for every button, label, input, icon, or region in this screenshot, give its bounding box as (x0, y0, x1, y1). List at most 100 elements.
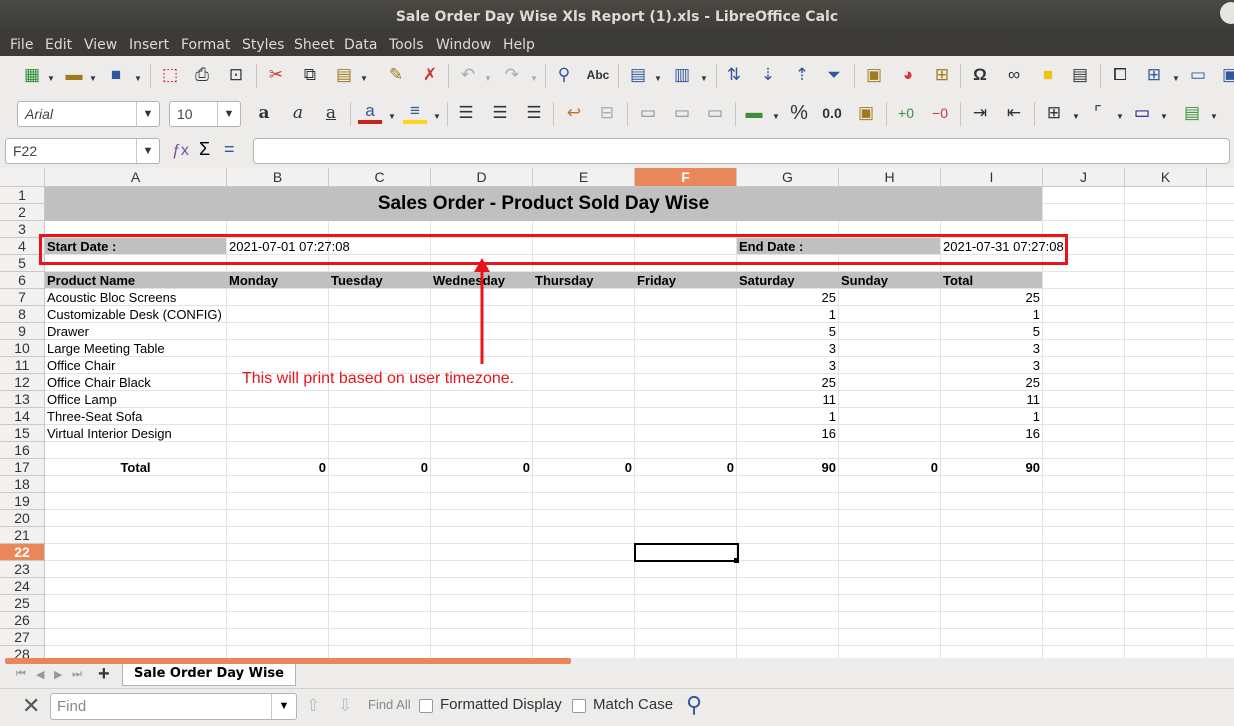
product-name[interactable]: Office Lamp (47, 391, 117, 408)
date-format-icon[interactable]: ▣ (854, 102, 878, 124)
menu-styles[interactable]: Styles (242, 37, 284, 53)
underline-icon[interactable]: a (319, 102, 343, 124)
total-value[interactable]: 16 (941, 425, 1040, 442)
insert-image-icon[interactable]: ▣ (862, 64, 886, 86)
define-print-area-icon[interactable]: ⧠ (1108, 64, 1132, 86)
merge-cells-icon[interactable]: ⊟ (595, 102, 619, 124)
undo-icon[interactable]: ↶ (456, 64, 480, 86)
formatted-display-checkbox[interactable] (419, 699, 433, 713)
row-header-17[interactable]: 17 (0, 459, 45, 476)
saturday-value[interactable]: 25 (737, 374, 836, 391)
total-value[interactable]: 25 (941, 374, 1040, 391)
product-name[interactable]: Drawer (47, 323, 89, 340)
align-left-icon[interactable]: ☰ (454, 102, 478, 124)
header-saturday[interactable]: Saturday (739, 272, 795, 289)
chevron-down-icon[interactable]: ▼ (217, 102, 240, 126)
wrap-text-icon[interactable]: ↩ (562, 102, 586, 124)
column-header-i[interactable]: I (941, 168, 1043, 187)
function-wizard-icon[interactable]: ƒx (172, 142, 189, 160)
menu-window[interactable]: Window (436, 37, 491, 53)
formula-icon[interactable]: = (224, 139, 235, 160)
total-grand[interactable]: 90 (941, 459, 1040, 476)
row-header-11[interactable]: 11 (0, 357, 45, 374)
total-tuesday[interactable]: 0 (329, 459, 428, 476)
comment-icon[interactable]: ■ (1036, 64, 1060, 86)
find-all-button[interactable]: Find All (368, 697, 411, 712)
redo-icon[interactable]: ↷ (500, 64, 524, 86)
total-value[interactable]: 3 (941, 357, 1040, 374)
header-product-name[interactable]: Product Name (47, 272, 135, 289)
headers-footers-icon[interactable]: ▤ (1068, 64, 1092, 86)
special-character-icon[interactable]: Ω (968, 64, 992, 86)
row-header-28[interactable]: 28 (0, 646, 45, 658)
first-sheet-icon[interactable]: ⏮ (16, 668, 26, 681)
total-friday[interactable]: 0 (635, 459, 734, 476)
menu-format[interactable]: Format (181, 37, 230, 53)
row-header-12[interactable]: 12 (0, 374, 45, 391)
report-title-cell[interactable]: Sales Order - Product Sold Day Wise (45, 187, 1042, 221)
sum-icon[interactable]: Σ (199, 139, 210, 160)
previous-sheet-icon[interactable]: ◀ (36, 668, 44, 681)
row-header-10[interactable]: 10 (0, 340, 45, 357)
total-value[interactable]: 5 (941, 323, 1040, 340)
font-name-combobox[interactable]: Arial ▼ (17, 101, 160, 127)
insert-chart-icon[interactable]: ◕ (896, 64, 920, 86)
clone-formatting-icon[interactable]: ✎ (384, 64, 408, 86)
column-header-l[interactable] (1207, 168, 1234, 187)
spelling-icon[interactable]: Abc (586, 64, 610, 86)
row-header-19[interactable]: 19 (0, 493, 45, 510)
chevron-down-icon[interactable]: ▼ (136, 102, 159, 126)
chevron-down-icon[interactable]: ▼ (484, 74, 492, 83)
menu-data[interactable]: Data (344, 37, 377, 53)
row-icon[interactable]: ▤ (626, 64, 650, 86)
split-window-icon[interactable]: ▭ (1186, 64, 1210, 86)
row-header-16[interactable]: 16 (0, 442, 45, 459)
freeze-rows-columns-icon[interactable]: ⊞ (1142, 64, 1166, 86)
row-header-24[interactable]: 24 (0, 578, 45, 595)
decrease-indent-icon[interactable]: ⇤ (1002, 102, 1026, 124)
menu-edit[interactable]: Edit (45, 37, 72, 53)
column-header-a[interactable]: A (45, 168, 227, 187)
menu-help[interactable]: Help (503, 37, 535, 53)
menu-insert[interactable]: Insert (129, 37, 169, 53)
window-control-button[interactable] (1220, 2, 1234, 24)
center-vertically-icon[interactable]: ▭ (670, 102, 694, 124)
chevron-down-icon[interactable]: ▼ (530, 74, 538, 83)
header-monday[interactable]: Monday (229, 272, 278, 289)
chevron-down-icon[interactable]: ▼ (700, 74, 708, 83)
sheet-tab[interactable]: Sale Order Day Wise (122, 664, 296, 686)
bold-icon[interactable]: a (252, 102, 276, 124)
total-saturday[interactable]: 90 (737, 459, 836, 476)
header-total[interactable]: Total (943, 272, 973, 289)
percent-icon[interactable]: % (787, 102, 811, 124)
pivot-table-icon[interactable]: ⊞ (930, 64, 954, 86)
column-header-f[interactable]: F (635, 168, 737, 187)
new-spreadsheet-icon[interactable]: ▦ (20, 64, 44, 86)
chevron-down-icon[interactable]: ▼ (360, 74, 368, 83)
border-color-icon[interactable]: ▭ (1130, 102, 1154, 124)
find-previous-icon[interactable]: ⇧ (306, 696, 320, 716)
row-header-26[interactable]: 26 (0, 612, 45, 629)
header-sunday[interactable]: Sunday (841, 272, 888, 289)
product-name[interactable]: Large Meeting Table (47, 340, 165, 357)
total-monday[interactable]: 0 (227, 459, 326, 476)
product-name[interactable]: Acoustic Bloc Screens (47, 289, 176, 306)
chevron-down-icon[interactable]: ▼ (1210, 112, 1218, 121)
print-icon[interactable]: ⎙ (190, 64, 214, 86)
menu-file[interactable]: File (10, 37, 33, 53)
borders-icon[interactable]: ⊞ (1042, 102, 1066, 124)
export-pdf-icon[interactable]: ⬚ (158, 64, 182, 86)
row-header-25[interactable]: 25 (0, 595, 45, 612)
menu-view[interactable]: View (84, 37, 117, 53)
product-name[interactable]: Virtual Interior Design (47, 425, 172, 442)
total-value[interactable]: 11 (941, 391, 1041, 408)
saturday-value[interactable]: 1 (737, 306, 836, 323)
product-name[interactable]: Three-Seat Sofa (47, 408, 142, 425)
saturday-value[interactable]: 11 (737, 391, 837, 408)
find-next-icon[interactable]: ⇩ (338, 696, 352, 716)
copy-icon[interactable]: ⧉ (298, 64, 322, 86)
chevron-down-icon[interactable]: ▼ (47, 74, 55, 83)
row-header-20[interactable]: 20 (0, 510, 45, 527)
row-header-8[interactable]: 8 (0, 306, 45, 323)
chevron-down-icon[interactable]: ▼ (136, 139, 159, 163)
